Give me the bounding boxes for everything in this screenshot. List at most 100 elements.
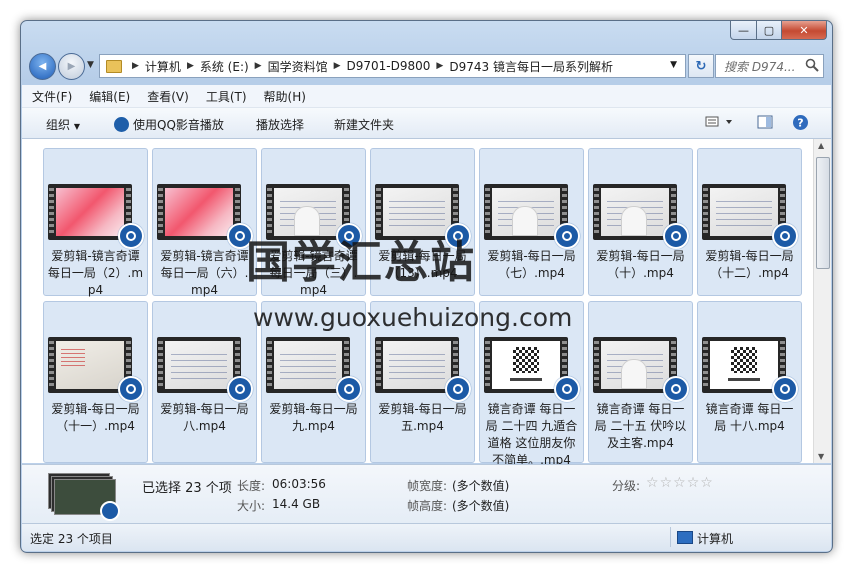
size-label: 大小: xyxy=(237,499,266,513)
file-item[interactable]: 爱剪辑-镜言奇谭每日一局（三）.mp4 xyxy=(261,148,366,297)
scroll-down-icon[interactable]: ▼ xyxy=(818,452,824,461)
play-with-qq-label: 使用QQ影音播放 xyxy=(133,118,224,132)
back-button[interactable]: ◀ xyxy=(29,53,56,80)
minimize-button[interactable]: — xyxy=(730,21,757,40)
breadcrumb-separator-icon[interactable]: ▶ xyxy=(187,61,194,71)
file-item[interactable]: 爱剪辑-镜言奇谭每日一局（六）.mp4 xyxy=(152,148,257,297)
command-bar: 组织 ▼ 使用QQ影音播放 播放选择 新建文件夹 ? xyxy=(22,108,831,139)
view-options-icon[interactable] xyxy=(705,114,735,130)
file-item[interactable]: 镜言奇谭 每日一局 二十四 九遁合道格 这位朋友你不简单。.mp4 xyxy=(479,301,584,467)
chevron-down-icon: ▼ xyxy=(73,122,80,131)
scrollbar-thumb[interactable] xyxy=(816,157,830,269)
qq-player-badge-icon xyxy=(336,376,362,402)
length-value: 06:03:56 xyxy=(272,477,326,491)
size-value: 14.4 GB xyxy=(272,497,321,511)
search-box[interactable]: 搜索 D974... xyxy=(715,54,824,78)
selection-count: 已选择 23 个项 xyxy=(142,481,232,496)
caption-buttons: — ▢ ✕ xyxy=(730,21,827,40)
breadcrumb-computer[interactable]: 计算机 xyxy=(145,58,181,75)
file-item[interactable]: 镜言奇谭 每日一局 二十五 伏吟以及主客.mp4 xyxy=(588,301,693,463)
recent-pages-dropdown-icon[interactable]: ▼ xyxy=(87,60,94,70)
file-name: 镜言奇谭 每日一局 二十五 伏吟以及主客.mp4 xyxy=(594,402,687,450)
star-icon[interactable]: ☆ xyxy=(673,475,686,491)
forward-arrow-icon: ▶ xyxy=(67,61,76,72)
file-name: 爱剪辑-每日一局（七）.mp4 xyxy=(487,249,576,280)
organize-button[interactable]: 组织 ▼ xyxy=(46,116,80,133)
file-item[interactable]: 爱剪辑-每日一局（十）.mp4 xyxy=(588,148,693,296)
menu-edit[interactable]: 编辑(E) xyxy=(79,88,137,105)
file-item[interactable]: 镜言奇谭 每日一局 十八.mp4 xyxy=(697,301,802,463)
qq-player-badge-icon xyxy=(554,376,580,402)
close-button[interactable]: ✕ xyxy=(782,21,827,40)
menu-file[interactable]: 文件(F) xyxy=(22,88,79,105)
breadcrumb-separator-icon[interactable]: ▶ xyxy=(255,61,262,71)
svg-text:?: ? xyxy=(797,117,803,130)
play-selection-button[interactable]: 播放选择 xyxy=(256,116,304,133)
qq-player-badge-icon xyxy=(227,223,253,249)
star-icon[interactable]: ☆ xyxy=(646,475,659,491)
file-item[interactable]: 爱剪辑-每日一局（十二）.mp4 xyxy=(697,148,802,296)
rating-label: 分级: xyxy=(612,479,641,493)
status-selection-text: 选定 23 个项目 xyxy=(30,532,113,546)
details-pane: 已选择 23 个项 长度: 06:03:56 大小: 14.4 GB 帧宽度: … xyxy=(22,464,831,523)
qq-player-badge-icon xyxy=(445,376,471,402)
help-icon[interactable]: ? xyxy=(792,114,809,131)
star-icon[interactable]: ☆ xyxy=(700,475,713,491)
file-item[interactable]: 爱剪辑-每日一局八.mp4 xyxy=(152,301,257,463)
vertical-scrollbar[interactable]: ▲ ▼ xyxy=(813,139,831,463)
navigation-bar: ◀ ▶ ▼ ▶ 计算机 ▶ 系统 (E:) ▶ 国学资料馆 ▶ D9701-D9… xyxy=(29,51,824,81)
file-item[interactable]: 爱剪辑-每日一局（七）.mp4 xyxy=(479,148,584,296)
search-icon[interactable] xyxy=(805,58,819,72)
scroll-up-icon[interactable]: ▲ xyxy=(818,141,824,150)
file-name: 爱剪辑-每日一局五.mp4 xyxy=(378,402,467,433)
breadcrumb-range[interactable]: D9701-D9800 xyxy=(347,59,431,73)
preview-pane-icon[interactable] xyxy=(757,114,773,130)
breadcrumb-separator-icon[interactable]: ▶ xyxy=(334,61,341,71)
back-arrow-icon: ◀ xyxy=(38,61,47,72)
qq-player-badge-icon xyxy=(118,223,144,249)
file-name: 镜言奇谭 每日一局 十八.mp4 xyxy=(705,402,794,433)
qq-player-badge-icon xyxy=(227,376,253,402)
file-item[interactable]: 爱剪辑-镜言奇谭每日一局（2）.mp4 xyxy=(43,148,148,297)
star-icon[interactable]: ☆ xyxy=(687,475,700,491)
file-name: 爱剪辑-每日一局九.mp4 xyxy=(269,402,358,433)
frame-height-label: 帧高度: xyxy=(407,499,448,513)
file-view[interactable]: 爱剪辑-镜言奇谭每日一局（2）.mp4 爱剪辑-镜言奇谭每日一局（六）.mp4 … xyxy=(22,139,831,467)
search-input[interactable]: 搜索 D974... xyxy=(724,58,804,75)
menu-view[interactable]: 查看(V) xyxy=(137,88,196,105)
breadcrumb-current-folder[interactable]: D9743 镜言每日一局系列解析 xyxy=(449,58,613,75)
breadcrumb-drive[interactable]: 系统 (E:) xyxy=(200,58,249,75)
play-with-qq-button[interactable]: 使用QQ影音播放 xyxy=(114,116,224,133)
address-bar[interactable]: ▶ 计算机 ▶ 系统 (E:) ▶ 国学资料馆 ▶ D9701-D9800 ▶ … xyxy=(99,54,686,78)
forward-button[interactable]: ▶ xyxy=(58,53,85,80)
maximize-button[interactable]: ▢ xyxy=(757,21,782,40)
file-name: 爱剪辑-镜言奇谭每日一局（三）.mp4 xyxy=(269,249,358,297)
frame-width-value: (多个数值) xyxy=(452,479,510,493)
qq-player-badge-icon xyxy=(663,223,689,249)
address-dropdown-icon[interactable]: ▼ xyxy=(670,60,677,70)
file-name: 爱剪辑-镜言奇谭每日一局（2）.mp4 xyxy=(47,249,144,297)
file-name: 爱剪辑-每日一局（十一）.mp4 xyxy=(51,402,140,433)
new-folder-button[interactable]: 新建文件夹 xyxy=(334,116,394,133)
status-location-label: 计算机 xyxy=(697,532,734,546)
file-item[interactable]: 爱剪辑-每日一局五.mp4 xyxy=(370,301,475,463)
menu-bar: 文件(F) 编辑(E) 查看(V) 工具(T) 帮助(H) xyxy=(22,85,831,108)
rating-stars[interactable]: ☆☆☆☆☆ xyxy=(646,475,714,491)
file-item[interactable]: 爱剪辑-每日一局（13）.mp4 xyxy=(370,148,475,296)
menu-tools[interactable]: 工具(T) xyxy=(196,88,254,105)
breadcrumb-separator-icon[interactable]: ▶ xyxy=(436,61,443,71)
status-bar: 选定 23 个项目 计算机 xyxy=(22,523,831,551)
file-item[interactable]: 爱剪辑-每日一局九.mp4 xyxy=(261,301,366,463)
folder-icon xyxy=(106,59,122,73)
breadcrumb-library[interactable]: 国学资料馆 xyxy=(268,58,328,75)
star-icon[interactable]: ☆ xyxy=(660,475,673,491)
menu-help[interactable]: 帮助(H) xyxy=(254,88,313,105)
qq-player-badge-icon xyxy=(336,223,362,249)
file-name: 爱剪辑-镜言奇谭每日一局（六）.mp4 xyxy=(160,249,249,297)
file-item[interactable]: 爱剪辑-每日一局（十一）.mp4 xyxy=(43,301,148,463)
refresh-button[interactable]: ↻ xyxy=(688,54,714,78)
file-name: 爱剪辑-每日一局（十）.mp4 xyxy=(596,249,685,280)
breadcrumb-separator-icon[interactable]: ▶ xyxy=(132,61,139,71)
qq-player-badge-icon xyxy=(118,376,144,402)
explorer-window: — ▢ ✕ ◀ ▶ ▼ ▶ 计算机 ▶ 系统 (E:) ▶ 国学资料馆 ▶ D9… xyxy=(20,20,833,553)
